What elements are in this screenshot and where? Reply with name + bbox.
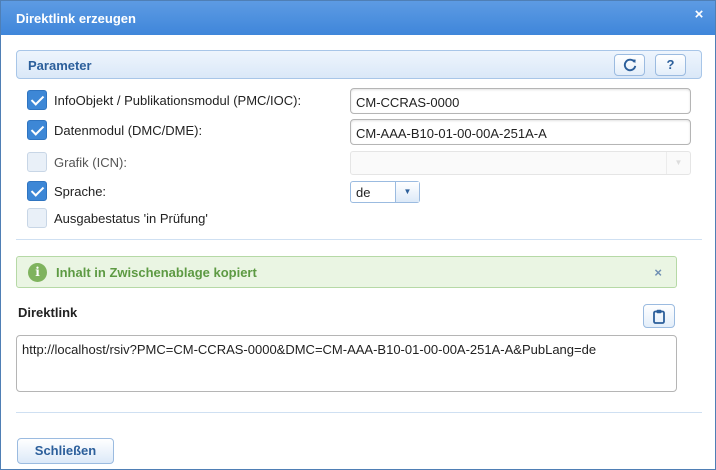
param-row-dmc: Datenmodul (DMC/DME): [27, 119, 337, 141]
dmc-input[interactable] [350, 119, 691, 145]
pmc-input[interactable] [350, 88, 691, 114]
close-button[interactable]: Schließen [17, 438, 114, 464]
icn-combo: ▼ [350, 151, 691, 175]
param-row-status: Ausgabestatus 'in Prüfung' [27, 207, 337, 229]
direktlink-label: Direktlink [18, 305, 78, 320]
status-label: Ausgabestatus 'in Prüfung' [54, 211, 208, 226]
chevron-down-icon: ▼ [666, 152, 690, 174]
icn-checkbox[interactable] [27, 152, 47, 172]
info-icon: i [28, 263, 47, 282]
param-row-icn: Grafik (ICN): [27, 151, 337, 173]
copy-to-clipboard-button[interactable] [643, 304, 675, 328]
notification-close-icon[interactable]: × [654, 265, 662, 280]
status-checkbox[interactable] [27, 208, 47, 228]
pmc-label: InfoObjekt / Publikationsmodul (PMC/IOC)… [54, 93, 302, 108]
clipboard-icon [653, 309, 665, 324]
dmc-label: Datenmodul (DMC/DME): [54, 123, 203, 138]
copied-notification: i Inhalt in Zwischenablage kopiert × [16, 256, 677, 288]
refresh-button[interactable] [614, 54, 645, 76]
direktlink-dialog: Direktlink erzeugen × Parameter ? InfoOb… [0, 0, 716, 470]
language-select[interactable]: de ▼ [350, 181, 420, 203]
dialog-title: Direktlink erzeugen [16, 11, 136, 26]
chevron-down-icon[interactable]: ▼ [395, 182, 419, 202]
help-button[interactable]: ? [655, 54, 686, 76]
language-value: de [356, 185, 371, 200]
parameter-panel-header: Parameter ? [16, 50, 702, 79]
language-label: Sprache: [54, 184, 107, 199]
icn-label: Grafik (ICN): [54, 155, 127, 170]
direktlink-textarea[interactable]: http://localhost/rsiv?PMC=CM-CCRAS-0000&… [16, 335, 677, 392]
parameter-panel-title: Parameter [28, 58, 92, 73]
notification-message: Inhalt in Zwischenablage kopiert [56, 265, 257, 280]
refresh-icon [623, 58, 636, 72]
divider [16, 412, 702, 413]
param-row-pmc: InfoObjekt / Publikationsmodul (PMC/IOC)… [27, 89, 337, 111]
dmc-checkbox[interactable] [27, 120, 47, 140]
close-icon[interactable]: × [691, 7, 707, 23]
pmc-checkbox[interactable] [27, 90, 47, 110]
language-checkbox[interactable] [27, 181, 47, 201]
dialog-titlebar[interactable]: Direktlink erzeugen × [1, 1, 715, 35]
divider [16, 239, 702, 240]
param-row-language: Sprache: [27, 180, 337, 202]
